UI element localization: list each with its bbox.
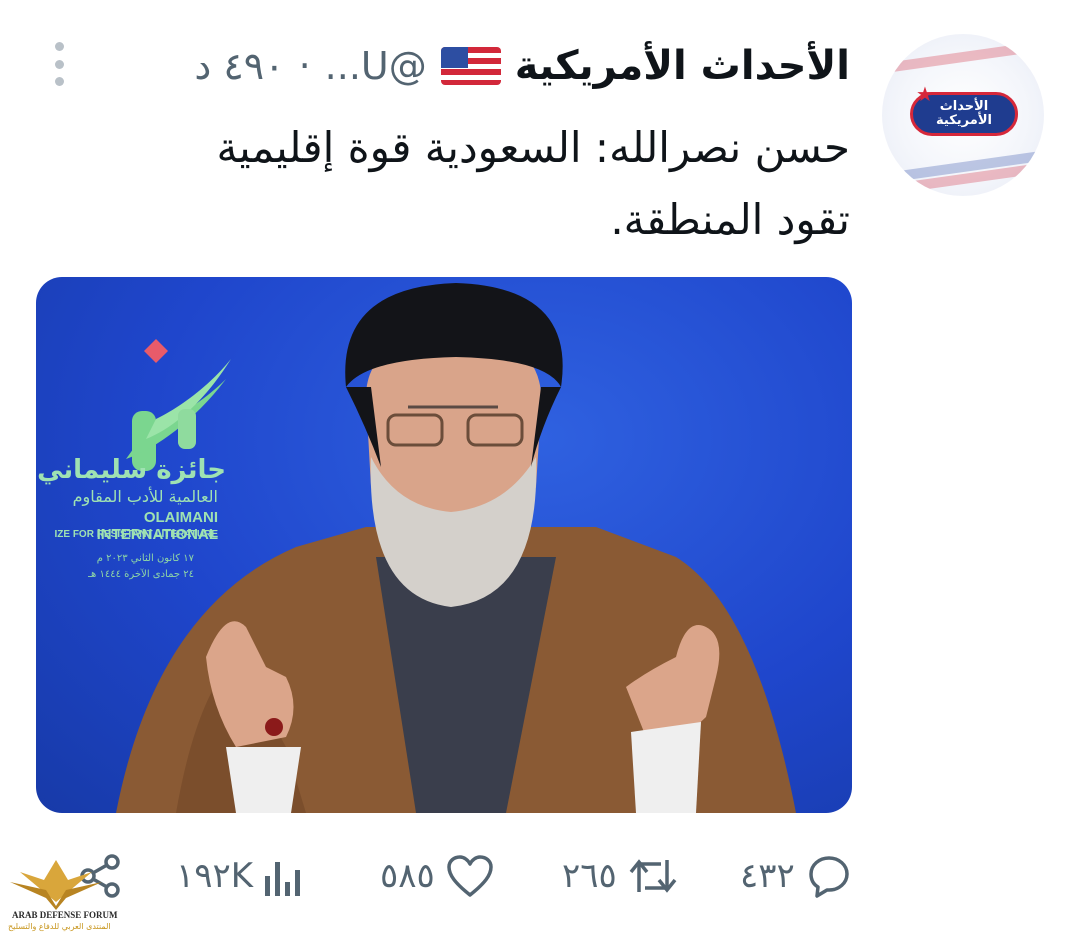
views-button[interactable]: ١٩٢K (176, 848, 303, 904)
tweet-media-image[interactable]: جائزة سليماني العالمية للأدب المقاوم OLA… (36, 277, 852, 813)
reply-button[interactable]: ٤٣٢ (740, 848, 853, 904)
more-options-icon[interactable] (48, 42, 70, 86)
reply-count: ٤٣٢ (740, 856, 795, 896)
like-count: ٥٨٥ (380, 856, 435, 896)
eagle-logo-icon (10, 860, 102, 910)
retweet-button[interactable]: ٢٦٥ (562, 848, 679, 904)
tweet-header: الأحداث الأمريكية ...U@ · ٤٩٠ د (194, 38, 850, 94)
author-handle[interactable]: ...U@ (325, 44, 427, 88)
retweet-icon (629, 859, 677, 893)
avatar-logo-line1: الأحداث (939, 99, 989, 114)
like-button[interactable]: ٥٨٥ (380, 848, 495, 904)
tweet-text-line: تقود المنطقة. (610, 195, 850, 244)
analytics-icon (265, 862, 301, 896)
speaker-figure (116, 283, 796, 813)
avatar-stripe (882, 40, 1044, 74)
tweet-action-bar: ٤٣٢ ٢٦٥ ٥٨٥ ١٩٢K (0, 840, 1080, 910)
author-name[interactable]: الأحداث الأمريكية (515, 43, 850, 89)
tweet-timestamp[interactable]: ٤٩٠ د (194, 44, 284, 88)
avatar-logo-line2: الأمريكية (936, 113, 992, 128)
tweet-text: حسن نصرالله: السعودية قوة إقليمية تقود ا… (90, 112, 850, 256)
views-count: ١٩٢K (176, 856, 254, 896)
watermark-line1: ARAB DEFENSE FORUM (12, 910, 118, 920)
us-flag-icon (440, 47, 501, 85)
star-icon: ★ (916, 82, 934, 106)
retweet-count: ٢٦٥ (562, 856, 617, 896)
forum-watermark-logo: ARAB DEFENSE FORUM المنتدى العربي للدفاع… (0, 852, 118, 934)
tweet-text-line: حسن نصرالله: السعودية قوة إقليمية (216, 123, 850, 172)
reply-icon (809, 856, 849, 898)
watermark-line2: المنتدى العربي للدفاع والتسليح (8, 922, 111, 931)
separator-dot: · (298, 44, 311, 88)
author-avatar[interactable]: الأحداث الأمريكية ★ (882, 34, 1044, 196)
heart-icon (447, 855, 493, 897)
